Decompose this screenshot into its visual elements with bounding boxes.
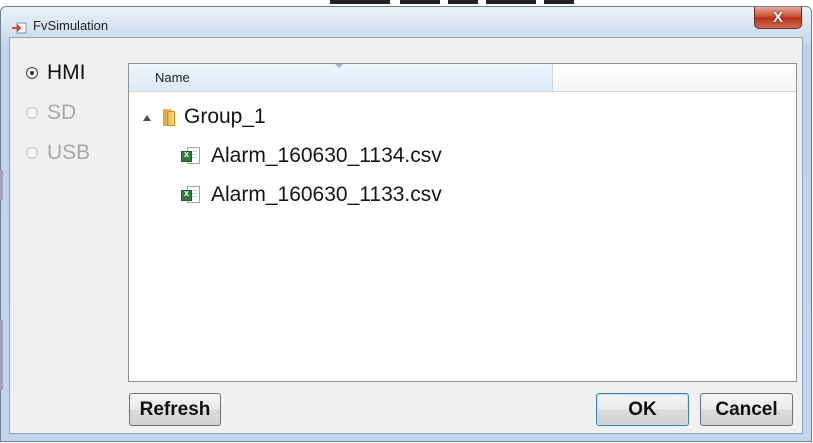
close-icon: X: [772, 9, 783, 26]
window-edge-shadow: [0, 320, 3, 390]
file-list[interactable]: Name Group_1 Alarm_160630_1134.csv Alarm…: [128, 63, 797, 382]
close-button[interactable]: X: [754, 7, 802, 29]
app-icon: [11, 21, 27, 34]
radio-indicator-selected: [26, 67, 38, 79]
radio-indicator: [26, 147, 38, 159]
radio-usb[interactable]: USB: [26, 138, 90, 168]
folder-name: Group_1: [184, 105, 266, 128]
column-header-name[interactable]: Name: [129, 64, 553, 91]
tree-file-row[interactable]: Alarm_160630_1134.csv: [181, 141, 442, 171]
refresh-button[interactable]: Refresh: [129, 393, 221, 426]
column-header-label: Name: [155, 70, 190, 85]
tree-folder-row[interactable]: Group_1: [143, 102, 266, 132]
radio-hmi[interactable]: HMI: [26, 58, 86, 88]
radio-label-usb: USB: [47, 141, 91, 164]
ok-button[interactable]: OK: [596, 393, 689, 426]
dialog-window: FvSimulation X HMI SD USB Name Group_1 x…: [0, 6, 812, 442]
list-header: Name: [129, 64, 796, 92]
radio-label-hmi: HMI: [47, 61, 86, 84]
expander-icon[interactable]: [143, 115, 151, 121]
file-name: Alarm_160630_1133.csv: [211, 183, 442, 206]
folder-icon: [161, 108, 175, 126]
cancel-button[interactable]: Cancel: [700, 393, 793, 426]
file-name: Alarm_160630_1134.csv: [211, 144, 442, 167]
window-edge-shadow: [0, 170, 3, 200]
radio-label-sd: SD: [47, 101, 77, 124]
radio-sd[interactable]: SD: [26, 98, 76, 128]
sort-arrow-icon: [335, 64, 343, 68]
window-title: FvSimulation: [33, 18, 109, 33]
tree-file-row[interactable]: Alarm_160630_1133.csv: [181, 180, 442, 210]
excel-file-icon: [181, 186, 201, 204]
radio-indicator: [26, 107, 38, 119]
excel-file-icon: [181, 147, 201, 165]
dialog-client-area: HMI SD USB Name Group_1 x Alarm_160630_1…: [9, 37, 803, 434]
